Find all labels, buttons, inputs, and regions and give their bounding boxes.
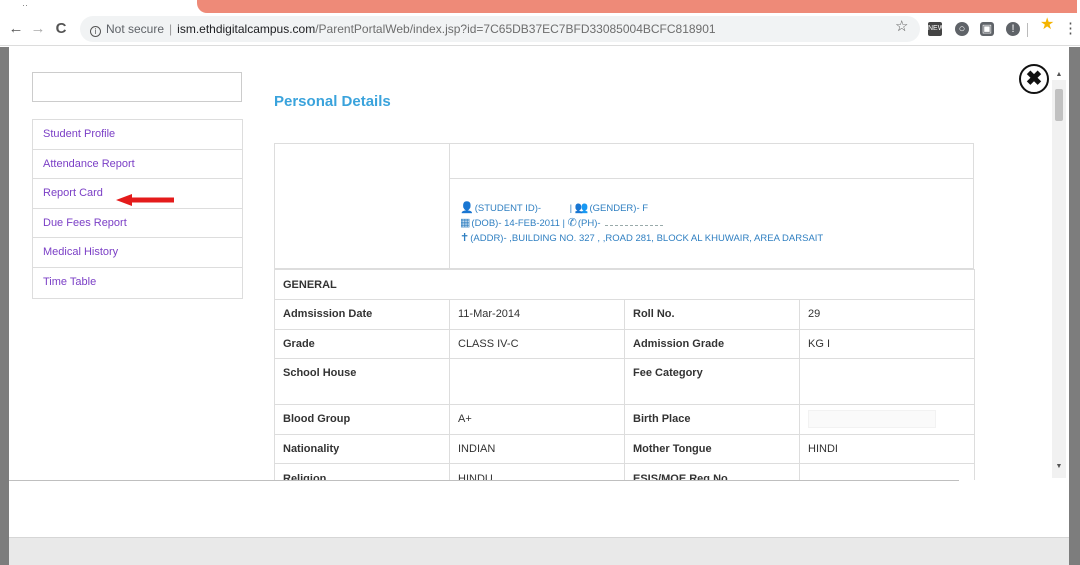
scrollbar-thumb[interactable] [1055,89,1063,121]
info-icon[interactable]: i [90,26,101,37]
sidebar-menu: Student Profile Attendance Report Report… [32,119,243,299]
forward-icon[interactable]: → [28,19,48,39]
sidebar-item-medical-history[interactable]: Medical History [33,238,242,268]
close-icon[interactable]: ✖ [1019,64,1049,94]
favorite-star-icon[interactable]: ★ [1040,17,1054,33]
scroll-down-icon[interactable]: ▼ [1052,463,1066,473]
url-host: ism.ethdigitalcampus.com [177,22,316,36]
tab-dots: ·· [22,0,28,10]
tab-strip: ·· [0,0,1080,13]
sidebar-item-student-profile[interactable]: Student Profile [33,120,242,150]
sidebar-item-attendance-report[interactable]: Attendance Report [33,150,242,180]
active-tab[interactable] [197,0,1077,13]
news-extension-icon[interactable]: NEW [928,22,944,36]
browser-toolbar: ← → C i Not secure | ism.ethdigitalcampus.c… [0,13,1080,46]
separator: | [169,22,173,36]
modal-footer [9,537,1069,565]
toolbar-separator [1027,23,1028,37]
menu-icon[interactable]: ⋮ [1063,19,1078,37]
security-label: Not secure [106,22,165,36]
alert-extension-icon[interactable]: ! [1006,22,1020,36]
red-arrow-icon [116,194,174,206]
sidebar-search-input[interactable] [32,72,242,102]
sidebar-item-due-fees-report[interactable]: Due Fees Report [33,209,242,239]
url-path: /ParentPortalWeb/index.jsp?id=7C65DB37EC… [315,22,716,36]
scrollbar[interactable] [1052,80,1066,478]
page-title: Personal Details [274,93,391,110]
address-bar[interactable]: i Not secure | ism.ethdigitalcampus.com/Par… [80,16,920,42]
modal-divider [9,480,959,481]
reload-icon[interactable]: C [51,19,71,39]
bookmark-star-icon[interactable]: ☆ [895,17,908,35]
sidebar-item-time-table[interactable]: Time Table [33,268,242,298]
square-extension-icon[interactable]: ▣ [980,22,994,36]
circle-extension-icon[interactable]: ○ [955,22,969,36]
back-icon[interactable]: ← [6,19,26,39]
